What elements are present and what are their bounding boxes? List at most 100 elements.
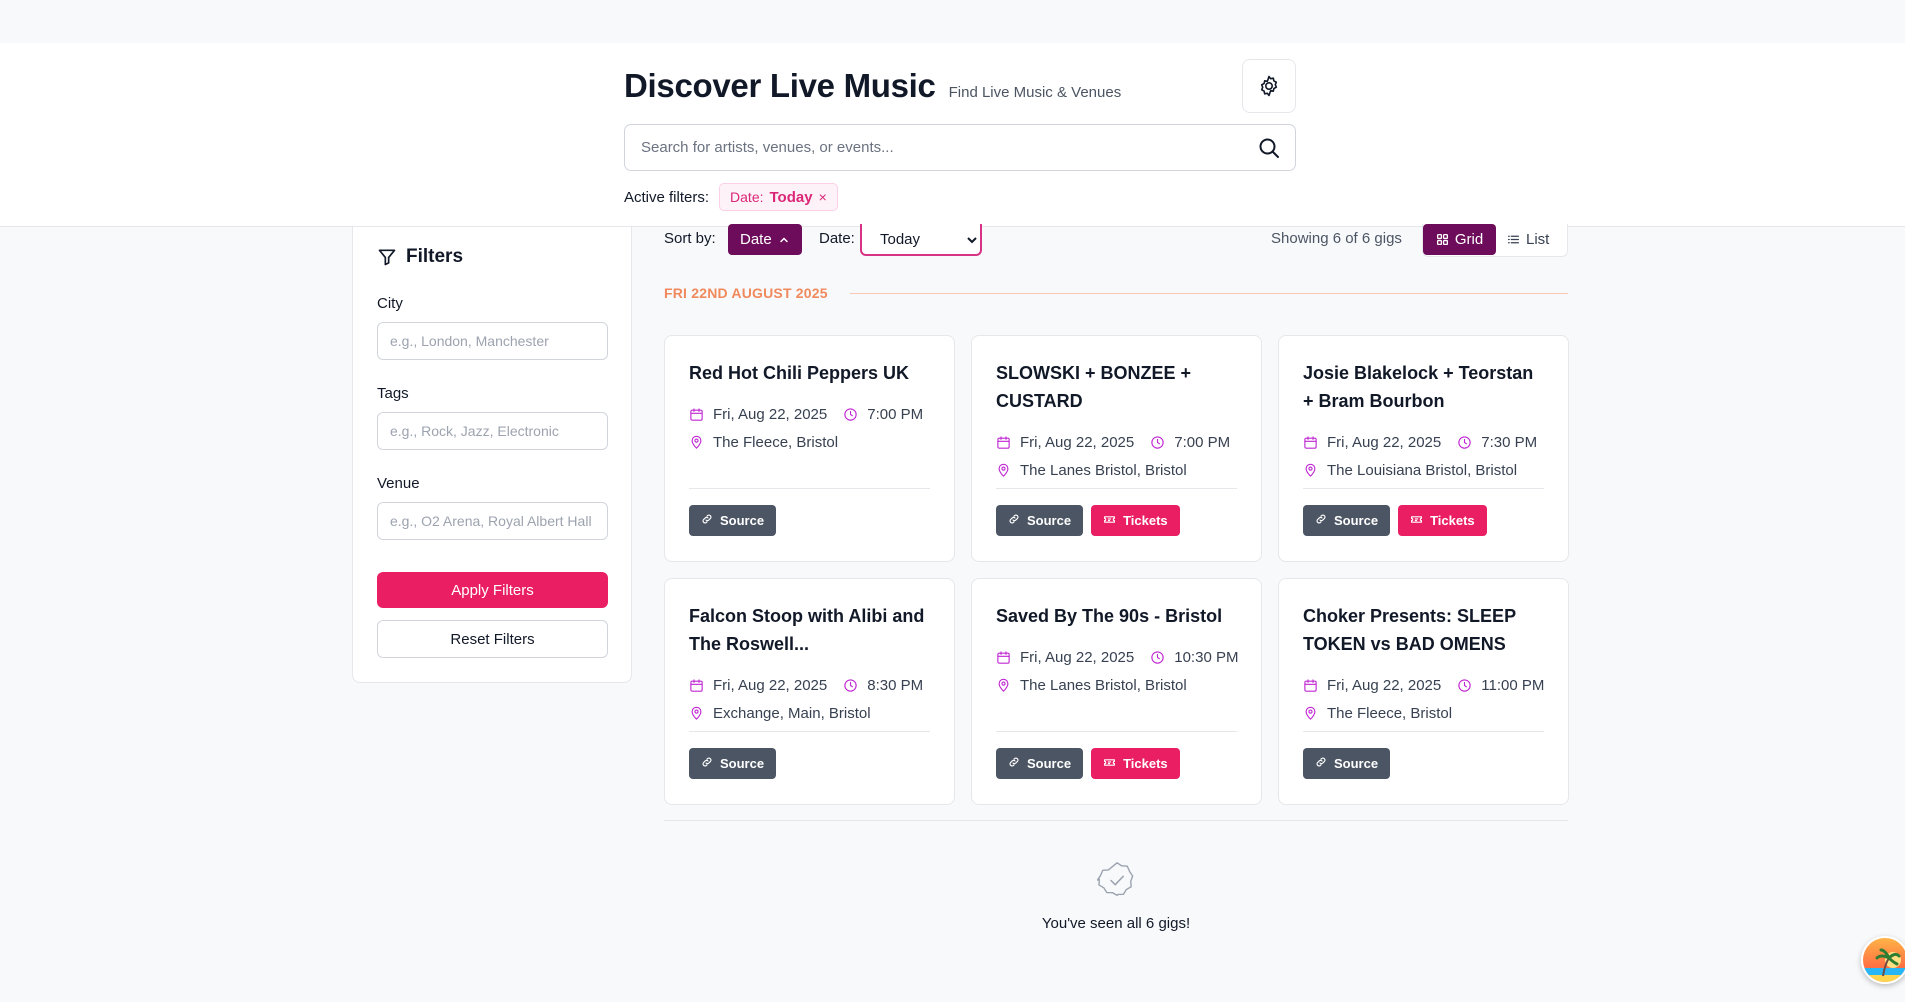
gig-date: Fri, Aug 22, 2025 [1327, 677, 1442, 694]
gig-date: Fri, Aug 22, 2025 [713, 406, 828, 423]
grid-view-button[interactable]: Grid [1423, 224, 1496, 255]
ticket-icon [1103, 513, 1116, 529]
gig-venue: The Fleece, Bristol [1327, 705, 1453, 722]
date-label: Date: [819, 230, 855, 247]
city-label: City [377, 295, 403, 312]
gig-card[interactable]: Josie Blakelock + Teorstan + Bram Bourbo… [1278, 335, 1569, 562]
gig-venue-row: The Lanes Bristol, Bristol [996, 462, 1187, 479]
card-divider [996, 731, 1237, 732]
clock-icon [843, 678, 858, 693]
gig-venue-row: The Fleece, Bristol [689, 434, 838, 451]
gig-title: Red Hot Chili Peppers UK [689, 363, 910, 383]
calendar-icon [1303, 435, 1318, 450]
tickets-label: Tickets [1123, 756, 1168, 771]
gig-venue: The Lanes Bristol, Bristol [1020, 462, 1187, 479]
gig-card[interactable]: Falcon Stoop with Alibi and The Roswell.… [664, 578, 955, 805]
gig-card[interactable]: Red Hot Chili Peppers UK Fri, Aug 22, 20… [664, 335, 955, 562]
page-subtitle: Find Live Music & Venues [948, 84, 1122, 101]
results-toolbar: Sort by: Date Date: Today Showing 6 of 6… [664, 224, 1568, 258]
gig-title: Saved By The 90s - Bristol [996, 606, 1223, 626]
venue-field[interactable] [377, 502, 608, 540]
card-actions: Source Tickets [1303, 505, 1487, 536]
grid-label: Grid [1454, 231, 1484, 248]
gig-date: Fri, Aug 22, 2025 [1020, 649, 1135, 666]
search-icon[interactable] [1257, 136, 1281, 160]
tickets-button[interactable]: Tickets [1398, 505, 1487, 536]
tags-label: Tags [377, 385, 409, 402]
gig-time: 7:00 PM [867, 406, 924, 423]
list-view-button[interactable]: List [1507, 224, 1549, 255]
active-filters-label: Active filters: [624, 188, 710, 206]
settings-button[interactable] [1242, 59, 1296, 113]
source-button[interactable]: Source [689, 748, 777, 779]
end-message: You've seen all 6 gigs! [1041, 915, 1191, 932]
gig-date-time: Fri, Aug 22, 2025 10:30 PM [996, 649, 1238, 666]
filters-heading: Filters [377, 246, 463, 268]
source-label: Source [720, 756, 765, 771]
location-pin-icon [689, 706, 704, 721]
card-divider [1303, 731, 1544, 732]
apply-filters-button[interactable]: Apply Filters [377, 572, 608, 608]
title-row: Discover Live Music Find Live Music & Ve… [624, 67, 1121, 105]
source-label: Source [1027, 513, 1072, 528]
tickets-button[interactable]: Tickets [1091, 505, 1180, 536]
active-filters: Active filters: Date: Today × [624, 183, 838, 211]
sort-date-button[interactable]: Date [728, 224, 802, 255]
calendar-icon [996, 650, 1011, 665]
source-button[interactable]: Source [689, 505, 777, 536]
view-toggle: Grid List [1422, 224, 1568, 257]
filters-panel: Filters City Tags Venue Apply Filters Re… [352, 227, 632, 683]
date-group-divider [849, 292, 1568, 294]
filters-title: Filters [406, 246, 464, 267]
end-divider [664, 820, 1568, 821]
calendar-icon [689, 407, 704, 422]
reset-filters-button[interactable]: Reset Filters [377, 620, 608, 658]
source-label: Source [1334, 513, 1379, 528]
city-field[interactable] [377, 322, 608, 360]
chip-value: Today [769, 188, 813, 206]
card-divider [996, 488, 1237, 489]
gig-time: 10:30 PM [1174, 649, 1239, 666]
header: Discover Live Music Find Live Music & Ve… [0, 43, 1905, 227]
floating-avatar-button[interactable] [1861, 936, 1905, 984]
list-icon [1507, 235, 1520, 244]
source-label: Source [1027, 756, 1072, 771]
clock-icon [843, 407, 858, 422]
tags-field[interactable] [377, 412, 608, 450]
source-button[interactable]: Source [1303, 505, 1391, 536]
gig-date-time: Fri, Aug 22, 2025 7:30 PM [1303, 434, 1537, 451]
gig-date-time: Fri, Aug 22, 2025 11:00 PM [1303, 677, 1544, 694]
card-actions: Source Tickets [996, 748, 1180, 779]
card-actions: Source [689, 748, 777, 779]
gig-card[interactable]: Saved By The 90s - Bristol Fri, Aug 22, … [971, 578, 1262, 805]
link-icon [1008, 513, 1020, 528]
close-icon[interactable]: × [819, 189, 827, 205]
source-label: Source [1334, 756, 1379, 771]
card-divider [689, 731, 930, 732]
check-badge-icon [1097, 862, 1134, 897]
gig-time: 11:00 PM [1481, 677, 1545, 694]
gig-title: Choker Presents: SLEEP TOKEN vs BAD OMEN… [1303, 606, 1516, 654]
calendar-icon [1303, 678, 1318, 693]
gig-date: Fri, Aug 22, 2025 [1327, 434, 1442, 451]
beach-avatar-icon [1863, 938, 1905, 982]
gig-venue: The Fleece, Bristol [713, 434, 839, 451]
search-input[interactable] [641, 125, 1241, 170]
gig-time: 7:00 PM [1174, 434, 1231, 451]
card-actions: Source Tickets [996, 505, 1180, 536]
ticket-icon [1410, 513, 1423, 529]
gig-venue: The Louisiana Bristol, Bristol [1327, 462, 1518, 479]
gig-date-time: Fri, Aug 22, 2025 8:30 PM [689, 677, 923, 694]
date-select[interactable]: Today [860, 224, 982, 256]
gig-venue-row: The Louisiana Bristol, Bristol [1303, 462, 1517, 479]
tickets-button[interactable]: Tickets [1091, 748, 1180, 779]
source-button[interactable]: Source [996, 748, 1084, 779]
results-count: Showing 6 of 6 gigs [1271, 230, 1402, 247]
date-group-label: FRI 22ND AUGUST 2025 [664, 285, 828, 301]
gig-card[interactable]: SLOWSKI + BONZEE + CUSTARD Fri, Aug 22, … [971, 335, 1262, 562]
source-button[interactable]: Source [996, 505, 1084, 536]
gig-card[interactable]: Choker Presents: SLEEP TOKEN vs BAD OMEN… [1278, 578, 1569, 805]
card-actions: Source [1303, 748, 1391, 779]
source-button[interactable]: Source [1303, 748, 1391, 779]
clock-icon [1150, 650, 1165, 665]
